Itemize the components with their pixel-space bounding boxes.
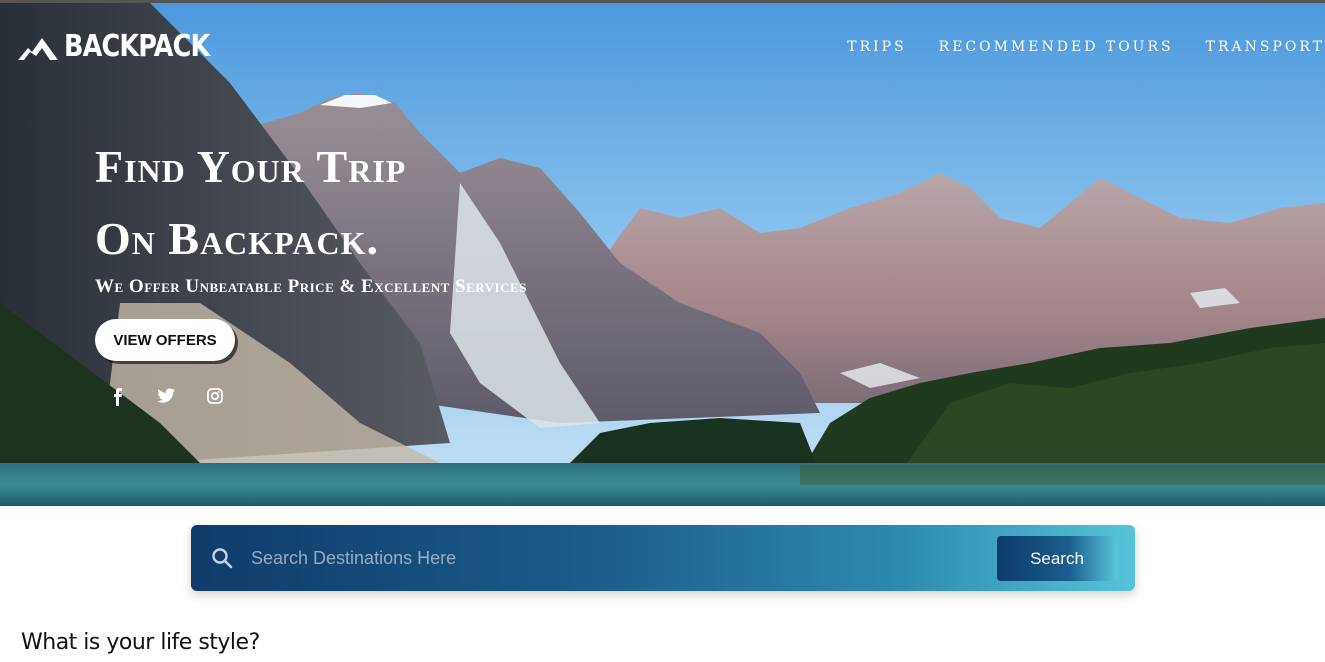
brand-name: BACKPACK (64, 29, 210, 64)
search-input[interactable] (251, 538, 971, 578)
hero-title: Find Your Trip On Backpack. (95, 143, 406, 287)
facebook-icon[interactable] (111, 388, 125, 406)
main-nav: TRIPS RECOMMENDED TOURS TRANSPORT (847, 39, 1325, 55)
hero-title-line-1: Find Your Trip (95, 141, 407, 192)
nav-item-recommended-tours[interactable]: RECOMMENDED TOURS (939, 39, 1174, 55)
hero-title-line-2: On Backpack. (95, 213, 379, 264)
search-button[interactable]: Search (997, 536, 1117, 581)
nav-item-transport[interactable]: TRANSPORT (1206, 39, 1325, 55)
instagram-icon[interactable] (207, 388, 223, 404)
nav-item-trips[interactable]: TRIPS (847, 39, 906, 55)
hero-banner: BACKPACK TRIPS RECOMMENDED TOURS TRANSPO… (0, 3, 1325, 506)
brand-logo[interactable]: BACKPACK (18, 29, 235, 64)
hero-subtitle: We Offer Unbeatable Price & Excellent Se… (95, 276, 527, 297)
mountain-logo-icon (18, 37, 58, 60)
search-bar: Search (191, 525, 1135, 591)
search-icon (212, 548, 233, 569)
section-title: What is your life style? (21, 630, 260, 655)
view-offers-button[interactable]: VIEW OFFERS (95, 319, 235, 361)
twitter-icon[interactable] (157, 388, 175, 404)
